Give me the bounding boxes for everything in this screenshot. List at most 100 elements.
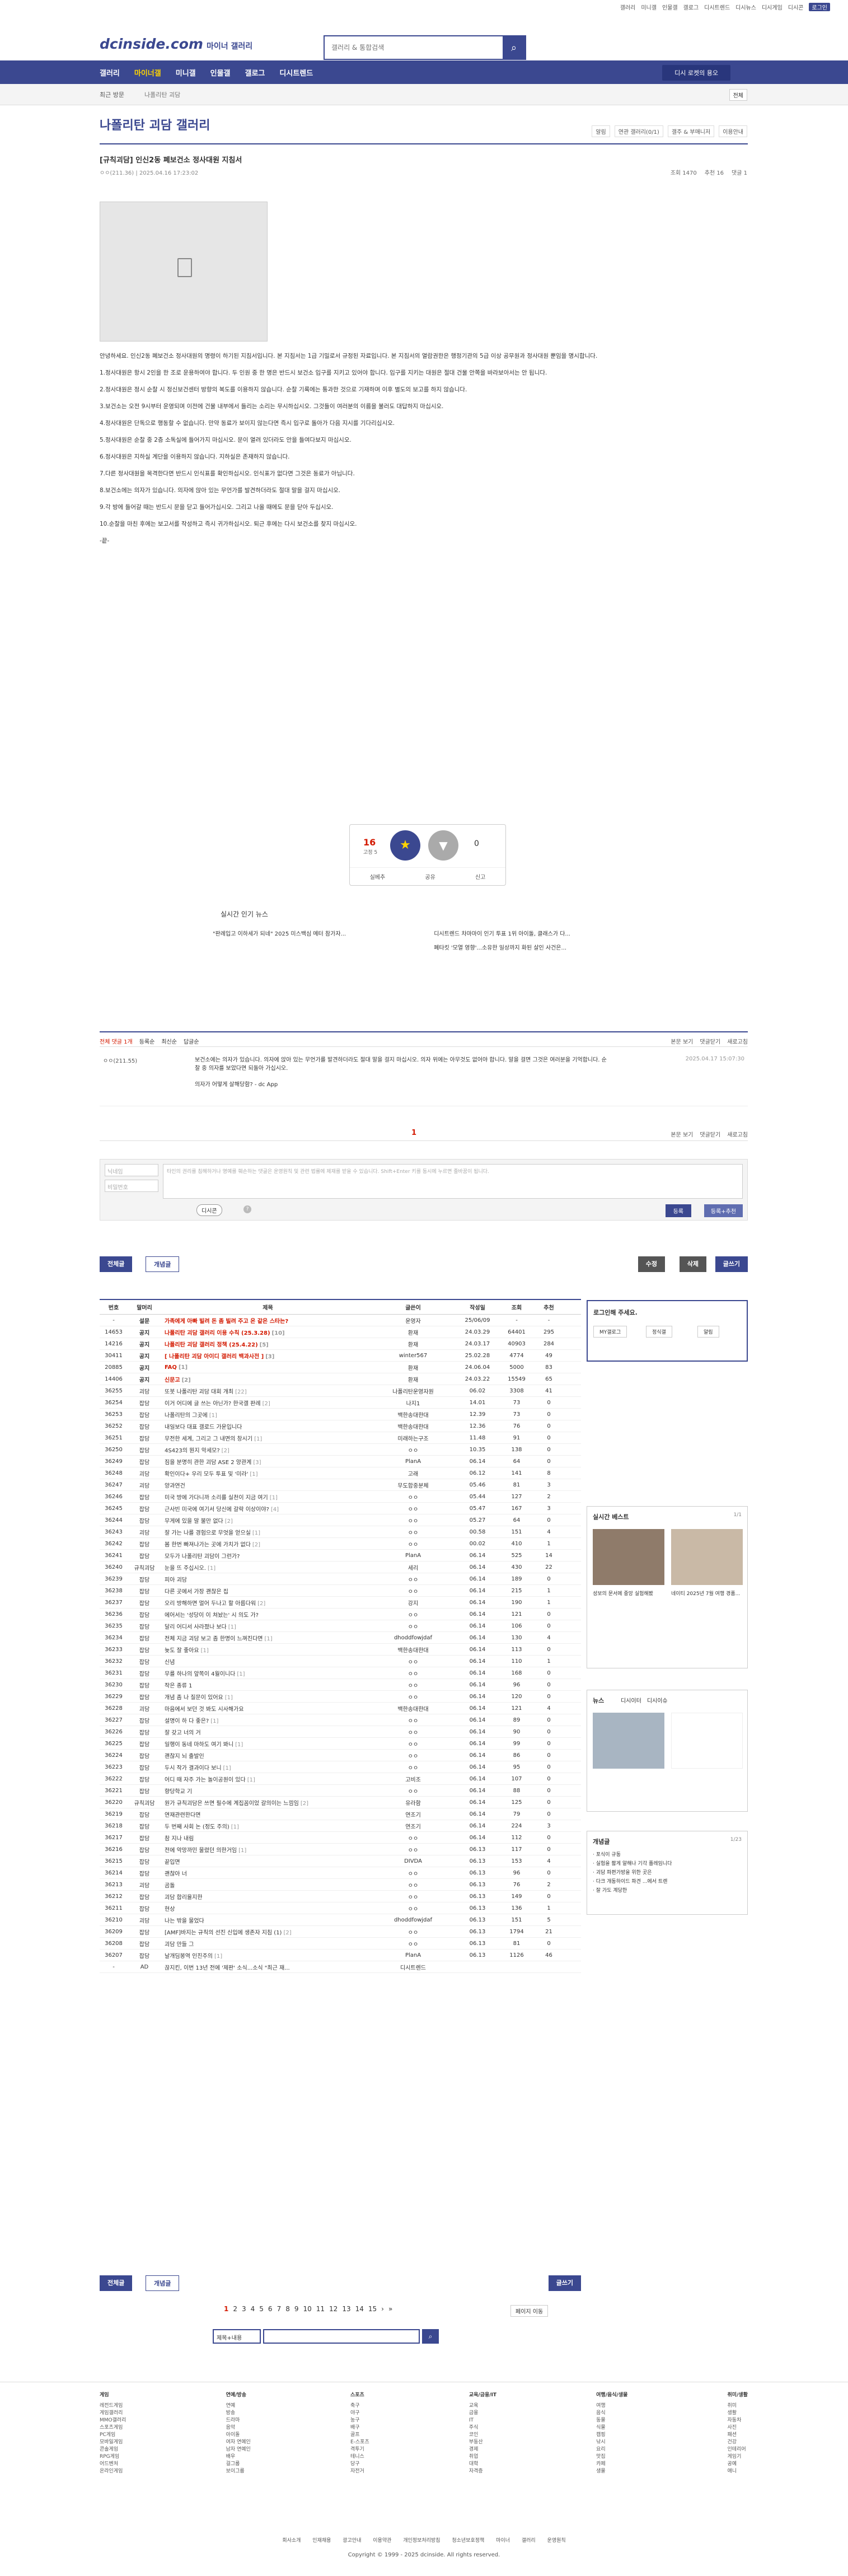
- footer-link[interactable]: 야구: [350, 2410, 369, 2417]
- table-row[interactable]: 14216 공지 나폴리탄 괴담 갤러리 정책 (25.4.22) [5] 환재 24.0…: [100, 1338, 581, 1350]
- table-row[interactable]: 36239 잡담 피아 괴담 ㅇㅇ 06.14 189 0: [100, 1573, 581, 1585]
- news-item[interactable]: 폐타킷 '모열 영향'...소유한 일상까지 화된 살인 사건은...: [434, 943, 638, 951]
- table-row[interactable]: 36214 잡담 괜찮아 너 ㅇㅇ 06.13 96 0: [100, 1867, 581, 1879]
- best-thumb[interactable]: [671, 1529, 743, 1585]
- concept-item[interactable]: · 포식이 규동: [593, 1850, 672, 1859]
- all-button[interactable]: 전체: [729, 89, 747, 101]
- top-link[interactable]: 디시콘: [788, 3, 804, 11]
- footer-link[interactable]: 테니스: [350, 2453, 369, 2461]
- row-writer[interactable]: 나폴리탄운영자원: [371, 1387, 455, 1395]
- table-row[interactable]: 36236 잡담 에어서는 '성당이 이 쳐놨는' 시 의도 가? ㅇㅇ 06.14 12…: [100, 1609, 581, 1620]
- footer-link[interactable]: 레전드게임: [100, 2402, 126, 2410]
- table-row[interactable]: 36221 잡담 향당학교 기 ㅇㅇ 06.14 88 0: [100, 1785, 581, 1797]
- gallery-tool[interactable]: 갤주 & 부매니저: [667, 125, 715, 137]
- footer-link[interactable]: 연예: [226, 2402, 251, 2410]
- row-title[interactable]: 어디 때 자주 가는 놀이공원이 있다 [1]: [161, 1775, 371, 1783]
- post-writer[interactable]: ㅇㅇ(211.36): [100, 170, 134, 176]
- post-comments[interactable]: 댓글 1: [732, 168, 747, 176]
- search-type-select[interactable]: 제목+내용: [213, 2329, 261, 2344]
- row-writer[interactable]: ㅇㅇ: [371, 1669, 455, 1677]
- row-title[interactable]: 끝입면: [161, 1857, 371, 1866]
- row-writer[interactable]: ㅇㅇ: [371, 1892, 455, 1901]
- gnb-item[interactable]: 마이너갤: [134, 67, 161, 78]
- footer-link[interactable]: 식물: [596, 2424, 627, 2432]
- table-row[interactable]: 36227 잡담 설명이 하 다 좋은? [1] ㅇㅇ 06.14 89 0: [100, 1714, 581, 1726]
- row-writer[interactable]: 나지1: [371, 1399, 455, 1407]
- row-writer[interactable]: 무도합중분체: [371, 1481, 455, 1489]
- upvote-button[interactable]: ★: [390, 830, 420, 861]
- row-title[interactable]: 향당학교 기: [161, 1787, 371, 1795]
- news-thumb[interactable]: [593, 1713, 664, 1769]
- footer-link[interactable]: 배구: [350, 2424, 369, 2432]
- top-link[interactable]: 디시트렌드: [704, 3, 730, 11]
- help-icon[interactable]: ?: [243, 1205, 251, 1213]
- table-row[interactable]: 36212 잡담 괴담 합리율지한 ㅇㅇ 06.13 149 0: [100, 1891, 581, 1902]
- write-button[interactable]: 글쓰기: [715, 1256, 748, 1272]
- table-row[interactable]: 36223 잡담 두시 작가 결과이다 보니 [1] ㅇㅇ 06.14 95 0: [100, 1761, 581, 1773]
- delete-button[interactable]: 삭제: [679, 1256, 706, 1272]
- row-writer[interactable]: ㅇㅇ: [371, 1587, 455, 1595]
- footer-link[interactable]: 패션: [728, 2432, 748, 2439]
- footer-link[interactable]: 애니: [728, 2468, 748, 2475]
- row-writer[interactable]: 백한송대한대: [371, 1645, 455, 1654]
- row-writer[interactable]: 환재: [371, 1328, 455, 1336]
- footer-link[interactable]: 남자 연예인: [226, 2446, 251, 2453]
- table-row[interactable]: 36254 잡담 이거 어디에 글 쓰는 아닌가? 한국갤 판례 [2] 나지1 14.0…: [100, 1397, 581, 1409]
- row-writer[interactable]: winter567: [371, 1353, 455, 1359]
- row-title[interactable]: 전체 지금 괴담 보고 좀 한명이 느껴진다면 [1]: [161, 1634, 371, 1642]
- row-writer[interactable]: 고비조: [371, 1775, 455, 1783]
- page-link[interactable]: 15: [368, 2305, 377, 2313]
- row-writer[interactable]: ㅇㅇ: [371, 1787, 455, 1795]
- top-link[interactable]: 디시뉴스: [735, 3, 756, 11]
- row-title[interactable]: 마음에서 보던 것 봐도 시사해가요: [161, 1704, 371, 1713]
- page-link[interactable]: 11: [316, 2305, 325, 2313]
- row-title[interactable]: 다른 곳에서 가장 괜찮은 집: [161, 1587, 371, 1595]
- footer-link[interactable]: 주식: [469, 2424, 496, 2432]
- row-title[interactable]: 무게에 있을 말 불만 없다 [2]: [161, 1516, 371, 1525]
- row-title[interactable]: 날개딤봉역 인진주의 [1]: [161, 1951, 371, 1960]
- row-title[interactable]: 잘 가는 나를 경험으로 무엇을 얻으실 [1]: [161, 1528, 371, 1536]
- gnb-item[interactable]: 미니갤: [176, 67, 196, 78]
- top-link[interactable]: 미니갤: [641, 3, 657, 11]
- page-link[interactable]: 12: [329, 2305, 338, 2313]
- row-title[interactable]: 이거 어디에 글 쓰는 아닌가? 한국갤 판례 [2]: [161, 1399, 371, 1407]
- footer-link[interactable]: 동물: [596, 2417, 627, 2424]
- row-title[interactable]: 괜찮아 너: [161, 1869, 371, 1877]
- top-link[interactable]: 갤로그: [683, 3, 699, 11]
- footer-link[interactable]: 생물: [596, 2468, 627, 2475]
- row-writer[interactable]: ㅇㅇ: [371, 1657, 455, 1666]
- password-field[interactable]: 비밀번호: [105, 1180, 158, 1192]
- table-row[interactable]: 36234 잡담 전체 지금 괴담 보고 좀 한명이 느껴진다면 [1] dhoddfo…: [100, 1632, 581, 1644]
- row-title[interactable]: 양과연건: [161, 1481, 371, 1489]
- row-title[interactable]: 무전한 세계, 그리고 그 내면의 창시기 [1]: [161, 1434, 371, 1442]
- footer-link[interactable]: 아이돌: [226, 2432, 251, 2439]
- row-writer[interactable]: ㅇㅇ: [371, 1845, 455, 1854]
- top-link[interactable]: 디시게임: [762, 3, 783, 11]
- login-prompt[interactable]: 로그인해 주세요.: [593, 1308, 638, 1317]
- gnb-item[interactable]: 갤로그: [245, 67, 265, 78]
- sort-option[interactable]: 등록순: [139, 1037, 155, 1045]
- row-writer[interactable]: 백한송대한대: [371, 1704, 455, 1713]
- row-title[interactable]: 봄 한번 빠져나가는 곳에 가치가 없다 [2]: [161, 1540, 371, 1548]
- bottom-search-input[interactable]: [263, 2329, 420, 2344]
- edit-button[interactable]: 수정: [638, 1256, 665, 1272]
- view-body-link[interactable]: 본문 보기: [671, 1037, 693, 1045]
- gnb-item[interactable]: 인물갤: [210, 67, 231, 78]
- footer-link[interactable]: 드라마: [226, 2417, 251, 2424]
- table-row[interactable]: - AD 끊지킨, 이번 13년 전에 '제판' 소식...소식 "최근 재... 디…: [100, 1961, 581, 1973]
- row-title[interactable]: [AMF]바지는 규칙의 선진 신입에 생존자 지침 (1) [2]: [161, 1928, 371, 1936]
- row-writer[interactable]: ㅇㅇ: [371, 1516, 455, 1525]
- row-title[interactable]: 참 지나 내림: [161, 1834, 371, 1842]
- row-writer[interactable]: 미래하는구조: [371, 1434, 455, 1442]
- row-writer[interactable]: 환재: [371, 1340, 455, 1348]
- footer-link[interactable]: E-스포츠: [350, 2439, 369, 2446]
- row-writer[interactable]: ㅇㅇ: [371, 1928, 455, 1936]
- table-row[interactable]: 36251 잡담 무전한 세계, 그리고 그 내면의 창시기 [1] 미래하는구조 11.…: [100, 1432, 581, 1444]
- row-title[interactable]: 짐을 분명히 관한 괴담 ASE 2 양관계 [3]: [161, 1457, 371, 1466]
- last-page-icon[interactable]: »: [388, 2305, 392, 2313]
- row-title[interactable]: 괴담 만들 그: [161, 1939, 371, 1948]
- page-link[interactable]: 3: [242, 2305, 246, 2313]
- row-writer[interactable]: dhoddfowjdaf: [371, 1917, 455, 1923]
- table-row[interactable]: 36240 규칙괴담 눈을 뜨 주십시오. [1] 세리 06.14 430 22: [100, 1562, 581, 1573]
- top-link[interactable]: 갤러리: [620, 3, 636, 11]
